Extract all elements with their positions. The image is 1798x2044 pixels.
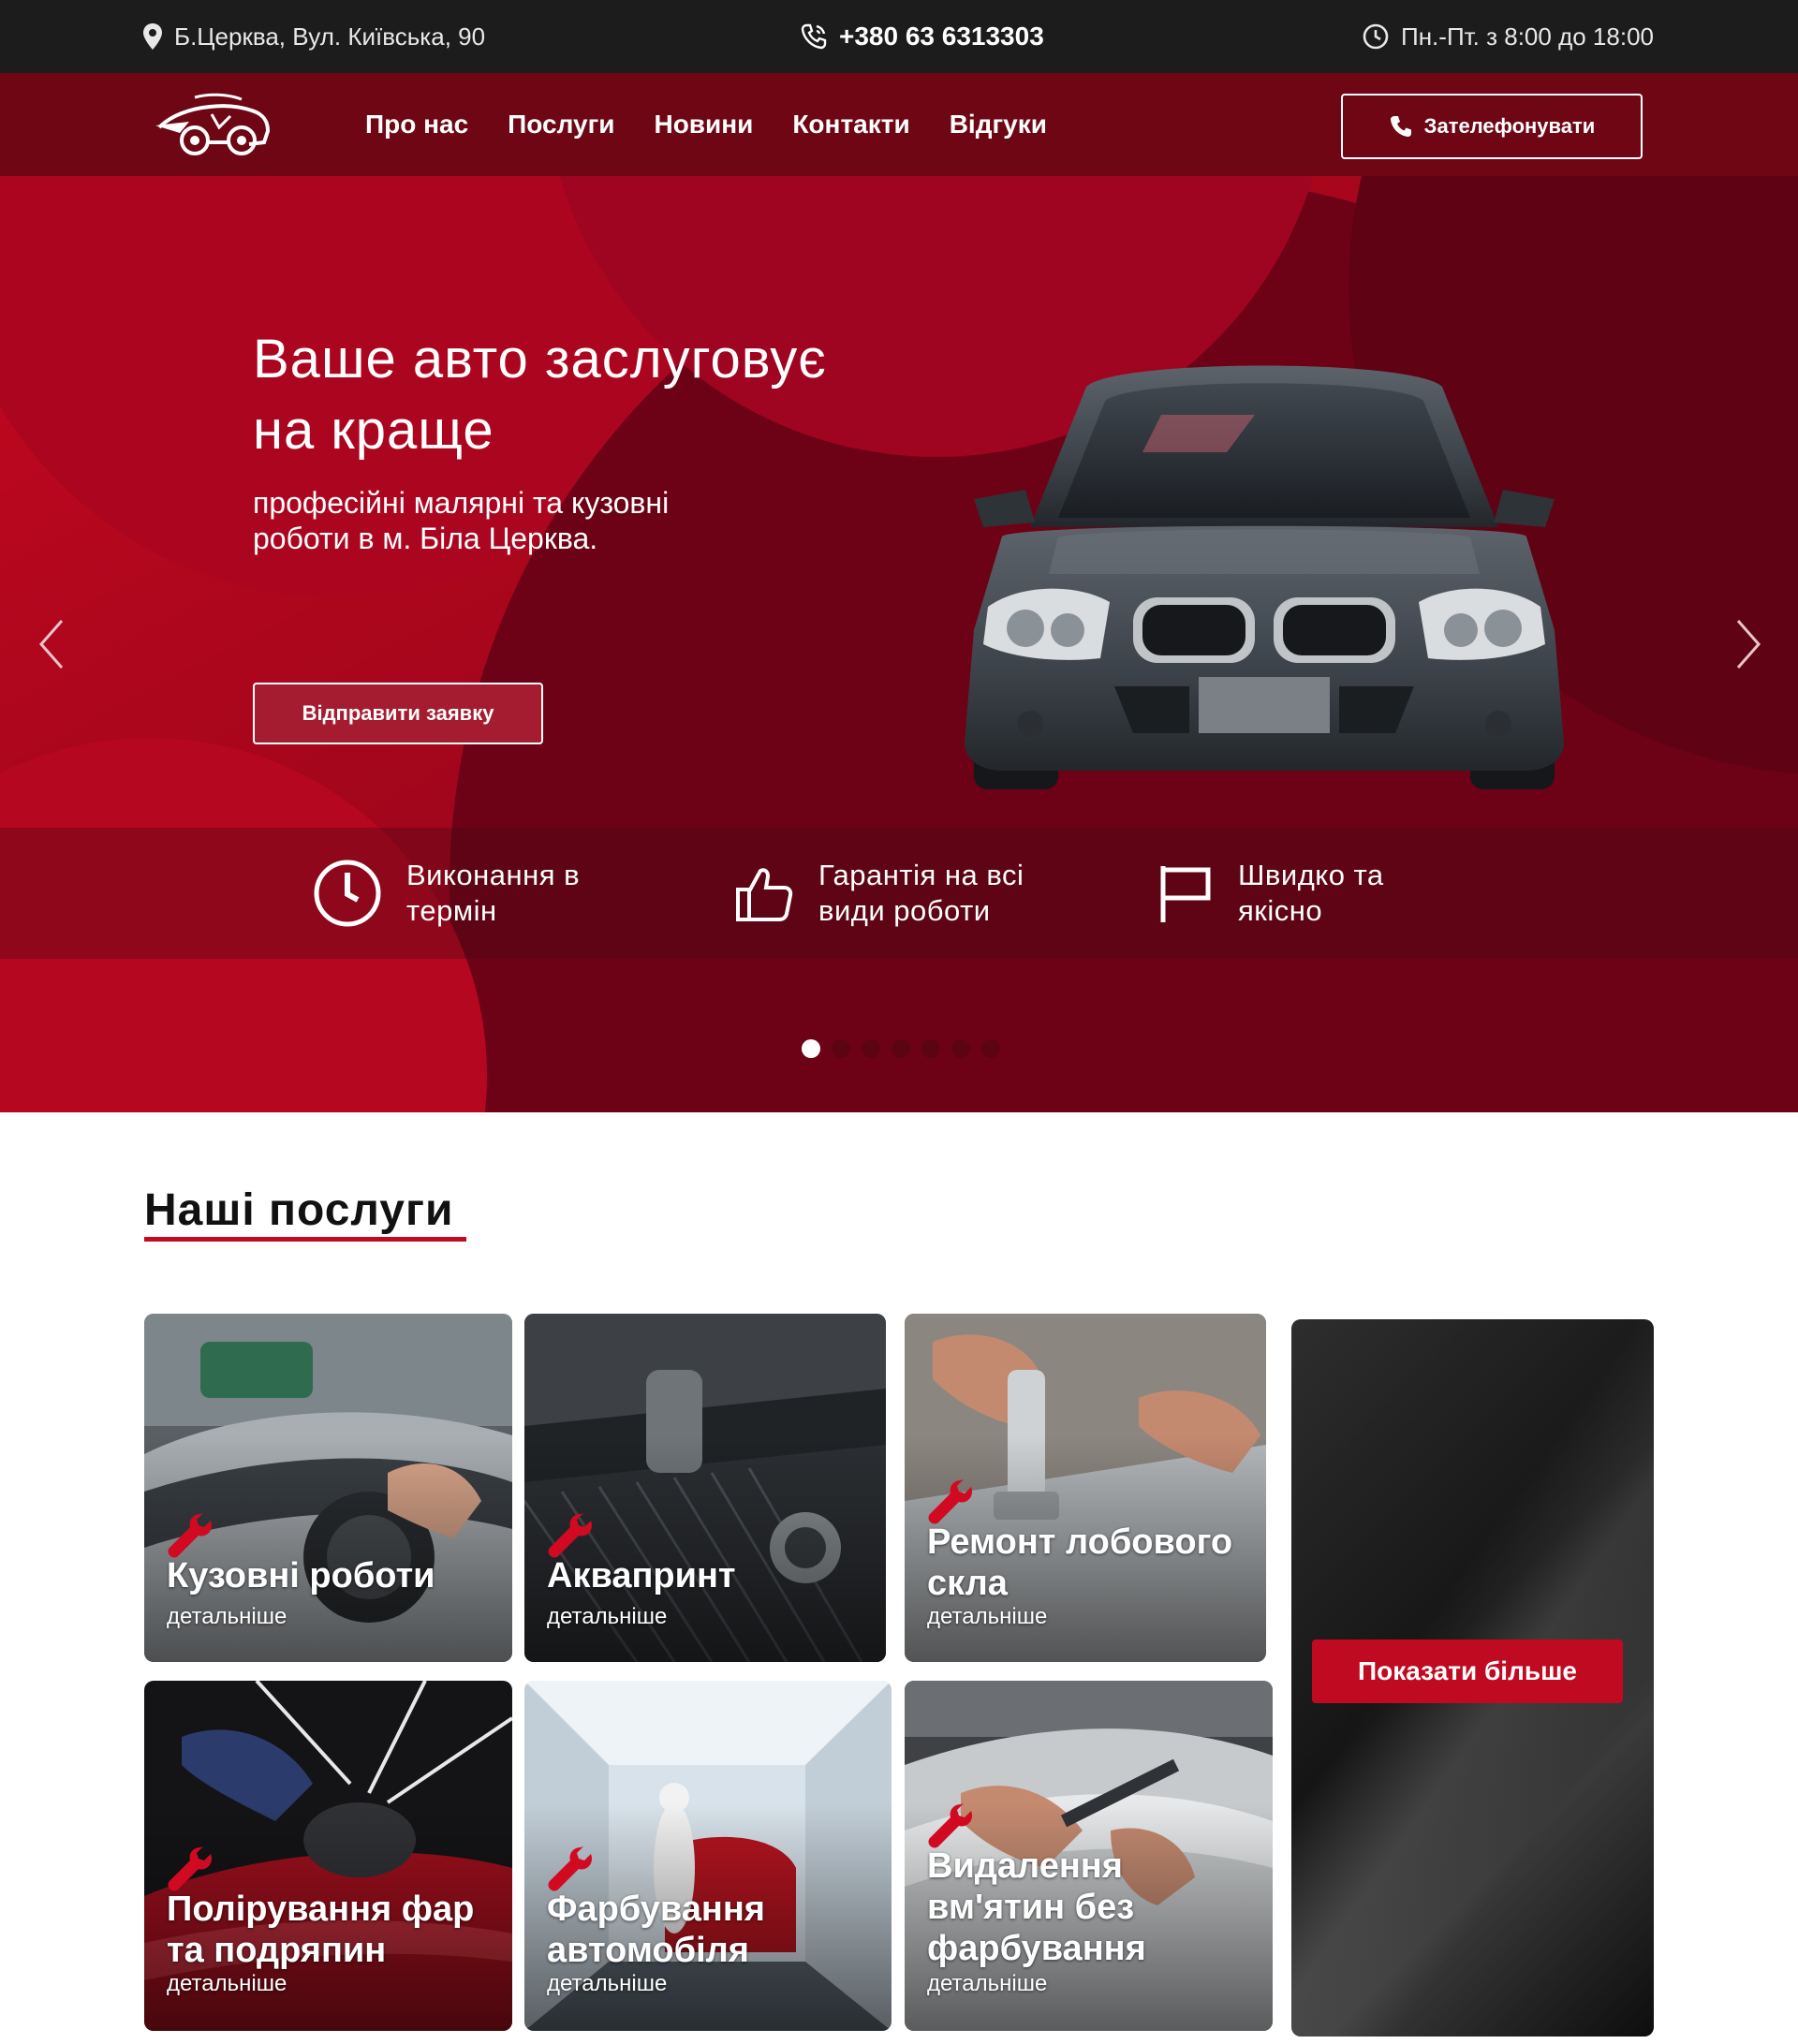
main-navbar: Про нас Послуги Новини Контакти Відгуки … [0,73,1798,176]
service-title-line: Видалення [927,1846,1123,1886]
feature-text-line: Гарантія на всі [818,859,1024,891]
wrench-icon [548,1846,592,1891]
hero-features-strip: Виконання в термін Гарантія на всі види … [0,828,1798,959]
service-title: Фарбування автомобіля [547,1889,882,1971]
show-more-button[interactable]: Показати більше [1312,1640,1623,1703]
feature-text: Виконання в термін [406,858,650,929]
slider-dot[interactable] [921,1039,940,1058]
details-link[interactable]: детальніше [547,1604,667,1630]
service-title-line: вм'ятин без [927,1888,1135,1927]
details-link[interactable]: детальніше [927,1971,1047,1997]
title-underline [144,1237,466,1242]
address-text: Б.Церква, Вул. Київська, 90 [174,22,486,51]
service-card-paintless-dent-removal[interactable]: Видалення вм'ятин без фарбування детальн… [905,1681,1273,2031]
logo[interactable] [152,90,273,161]
details-link[interactable]: детальніше [167,1604,287,1630]
car-image [965,365,1564,789]
feature-text: Гарантія на всі види роботи [818,858,1062,929]
feature-text-line: види роботи [818,894,991,927]
slider-dot[interactable] [981,1039,1000,1058]
slider-dots [802,1039,1000,1058]
service-card-body-work[interactable]: Кузовні роботи детальніше [144,1314,512,1662]
service-card-polishing[interactable]: Полірування фар та подряпин детальніше [144,1681,512,2031]
feature-text-line: якісно [1238,894,1323,927]
feature-warranty: Гарантія на всі види роботи [734,828,1062,959]
car-logo-icon [155,93,271,155]
flag-icon [1160,866,1211,922]
hero-slider: Ваше авто заслуговує на краще професійні… [0,176,1798,1112]
hero-title: Ваше авто заслуговує на краще [253,324,1021,466]
hours-block: Пн.-Пт. з 8:00 до 18:00 [1362,0,1654,73]
nav-link-news[interactable]: Новини [654,110,753,140]
show-more-card: Показати більше [1291,1319,1654,2037]
slider-dot[interactable] [832,1039,850,1058]
service-title: Кузовні роботи [167,1556,435,1595]
phone-block[interactable]: +380 63 6313303 [800,0,1044,73]
feature-text-line: термін [406,894,497,927]
clock-icon [1363,23,1389,50]
wrench-icon [548,1513,592,1558]
service-card-hydrographics[interactable]: Аквапринт детальніше [524,1314,886,1662]
address-block: Б.Церква, Вул. Київська, 90 [142,0,485,73]
feature-fast-quality: Швидко та якісно [1157,828,1481,959]
service-title-line: Полірування фар [167,1890,475,1929]
hours-text: Пн.-Пт. з 8:00 до 18:00 [1401,22,1654,51]
hero-title-line: Ваше авто заслуговує [253,329,827,390]
service-card-painting[interactable]: Фарбування автомобіля детальніше [524,1681,892,2031]
nav-link-services[interactable]: Послуги [508,110,614,140]
details-link[interactable]: детальніше [167,1971,287,1997]
send-request-button[interactable]: Відправити заявку [253,683,543,744]
slider-dot[interactable] [802,1039,820,1058]
phone-text[interactable]: +380 63 6313303 [839,22,1044,51]
primary-nav: Про нас Послуги Новини Контакти Відгуки [365,73,1047,176]
hero-title-line: на краще [253,400,494,461]
service-title-line: та подряпин [167,1931,387,1970]
service-title-line: фарбування [927,1929,1146,1968]
wrench-icon [928,1803,972,1848]
feature-text: Швидко та якісно [1238,858,1481,929]
call-button[interactable]: Зателефонувати [1341,94,1643,159]
feature-text-line: Виконання в [406,859,581,891]
slider-next-arrow[interactable] [1729,616,1766,672]
service-title-line: скла [927,1564,1008,1603]
feature-text-line: Швидко та [1238,859,1384,891]
details-link[interactable]: детальніше [927,1604,1047,1630]
clock-icon [314,860,381,927]
slider-dot[interactable] [892,1039,910,1058]
nav-link-about[interactable]: Про нас [365,110,468,140]
service-card-windshield-repair[interactable]: Ремонт лобового скла детальніше [905,1314,1266,1662]
hero-subtitle-line: професійні малярні та кузовні [253,486,670,520]
service-title-line: Ремонт лобового [927,1522,1233,1562]
service-title: Видалення вм'ятин без фарбування [927,1845,1263,1969]
nav-link-contacts[interactable]: Контакти [792,110,909,140]
slider-dot[interactable] [951,1039,970,1058]
hero-subtitle-line: роботи в м. Біла Церква. [253,522,598,555]
details-link[interactable]: детальніше [547,1971,667,1997]
services-title: Наші послуги [144,1185,454,1235]
hero-subtitle: професійні малярні та кузовні роботи в м… [253,485,833,556]
thumbs-up-icon [736,868,793,921]
wrench-icon [928,1479,972,1524]
slider-prev-arrow[interactable] [34,616,71,672]
service-title: Полірування фар та подряпин [167,1889,503,1971]
nav-link-reviews[interactable]: Відгуки [950,110,1047,140]
service-title-line: автомобіля [547,1931,749,1970]
service-title: Ремонт лобового скла [927,1522,1257,1604]
phone-call-icon [801,23,827,50]
feature-on-time: Виконання в термін [313,828,650,959]
location-pin-icon [143,23,162,50]
service-title: Аквапринт [547,1556,736,1595]
service-title-line: Фарбування [547,1890,765,1929]
call-button-label: Зателефонувати [1423,114,1596,138]
wrench-icon [168,1513,212,1558]
top-info-bar: Б.Церква, Вул. Київська, 90 +380 63 6313… [0,0,1798,73]
phone-icon [1390,116,1411,137]
wrench-icon [168,1846,212,1891]
slider-dot[interactable] [862,1039,880,1058]
